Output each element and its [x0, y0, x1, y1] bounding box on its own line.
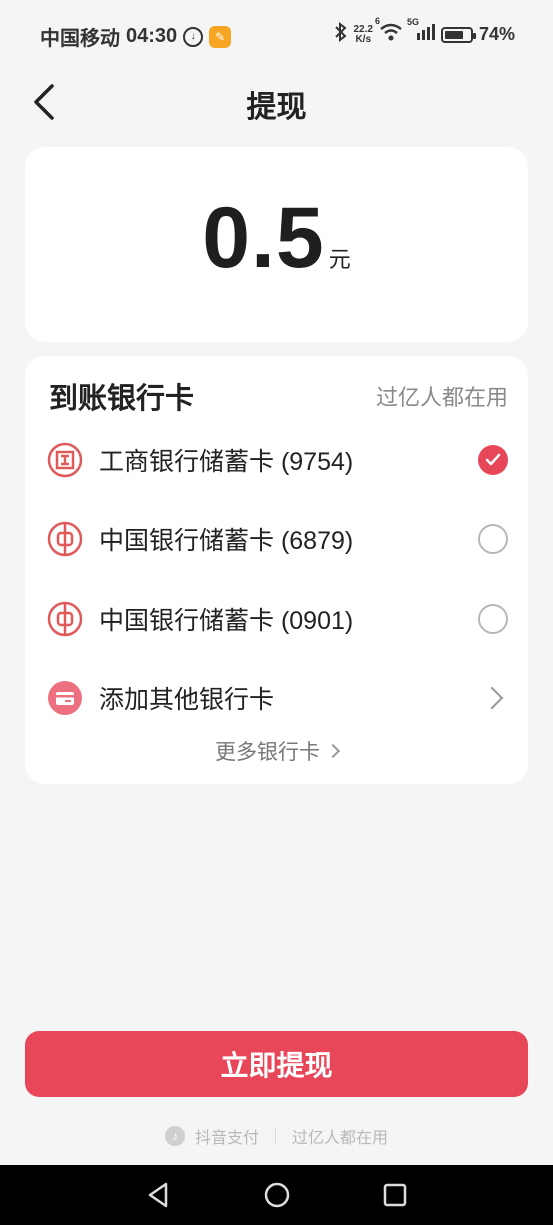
amount-card: 0.5 元: [25, 147, 528, 342]
footer-divider: [275, 1128, 276, 1144]
nav-home-button[interactable]: [262, 1180, 292, 1210]
footer-brand: 抖音支付: [194, 1130, 259, 1147]
carrier-name: 中国移动: [40, 28, 120, 50]
chevron-right-icon: [325, 744, 341, 759]
add-bank-card-label: 添加其他银行卡: [99, 686, 275, 714]
radio-unselected[interactable]: [478, 524, 508, 554]
more-bank-cards-label: 更多银行卡: [215, 741, 320, 764]
boc-logo-icon: [47, 521, 83, 557]
status-right: 22.2 K/s 6 5G 74%: [334, 16, 515, 47]
battery-icon: [440, 26, 476, 43]
icbc-logo-icon: [47, 442, 83, 478]
data-saver-icon: ↓: [183, 26, 204, 47]
cellular-signal-icon: 5G: [407, 17, 435, 46]
signal-badge: 5G: [406, 17, 419, 27]
page-title: 提现: [246, 91, 307, 124]
withdraw-button[interactable]: 立即提现: [25, 1031, 528, 1097]
system-nav-bar: [0, 1165, 553, 1225]
nav-back-button[interactable]: [144, 1180, 174, 1210]
nav-recents-button[interactable]: [380, 1180, 410, 1210]
status-bar: 中国移动 04:30 ↓ ✎ 22.2 K/s 6 5G 74%: [0, 0, 553, 70]
status-left: 中国移动 04:30 ↓ ✎: [40, 22, 232, 51]
withdraw-amount: 0.5 元: [25, 189, 528, 288]
amount-unit: 元: [328, 247, 351, 272]
boc-logo-icon: [47, 601, 83, 637]
network-speed: 22.2 K/s: [354, 24, 373, 45]
bank-section-header: 到账银行卡 过亿人都在用: [49, 376, 508, 416]
footer: ♪ 抖音支付 过亿人都在用: [0, 1124, 553, 1148]
bank-section-title: 到账银行卡: [49, 383, 195, 415]
amount-value: 0.5: [202, 190, 325, 286]
footer-tagline: 过亿人都在用: [292, 1130, 389, 1147]
nav-bar: 提现: [0, 70, 553, 132]
bank-option-label: 工商银行储蓄卡 (9754): [99, 448, 354, 476]
circle-home-icon: [264, 1182, 290, 1208]
radio-unselected[interactable]: [478, 604, 508, 634]
triangle-back-icon: [148, 1182, 168, 1208]
battery-percent: 74%: [478, 24, 515, 44]
more-bank-cards-link[interactable]: 更多银行卡: [25, 736, 528, 766]
bank-section-tagline: 过亿人都在用: [375, 385, 508, 410]
bank-option-icbc-9754[interactable]: 工商银行储蓄卡 (9754): [47, 430, 508, 490]
bank-card-section: 到账银行卡 过亿人都在用 工商银行储蓄卡 (9754) 中国银行储蓄卡 (687…: [25, 356, 528, 784]
add-card-icon: [48, 681, 82, 715]
checkmark-icon: [485, 453, 501, 466]
battery-fill: [444, 30, 463, 39]
bank-option-label: 中国银行储蓄卡 (6879): [99, 527, 354, 555]
radio-selected[interactable]: [478, 445, 508, 475]
add-bank-card-row[interactable]: 添加其他银行卡: [47, 668, 508, 728]
bank-option-boc-6879[interactable]: 中国银行储蓄卡 (6879): [47, 509, 508, 569]
bluetooth-icon: [334, 21, 348, 47]
bank-option-label: 中国银行储蓄卡 (0901): [99, 607, 354, 635]
app-notification-icon: ✎: [209, 25, 232, 48]
bank-option-boc-0901[interactable]: 中国银行储蓄卡 (0901): [47, 589, 508, 649]
network-speed-unit: K/s: [355, 33, 372, 45]
wifi-badge: 6: [374, 16, 380, 26]
clock: 04:30: [126, 25, 178, 47]
douyin-pay-logo-icon: ♪: [164, 1126, 185, 1146]
square-recents-icon: [383, 1183, 407, 1207]
chevron-right-icon: [480, 686, 504, 710]
wifi-icon: 6: [375, 16, 403, 47]
